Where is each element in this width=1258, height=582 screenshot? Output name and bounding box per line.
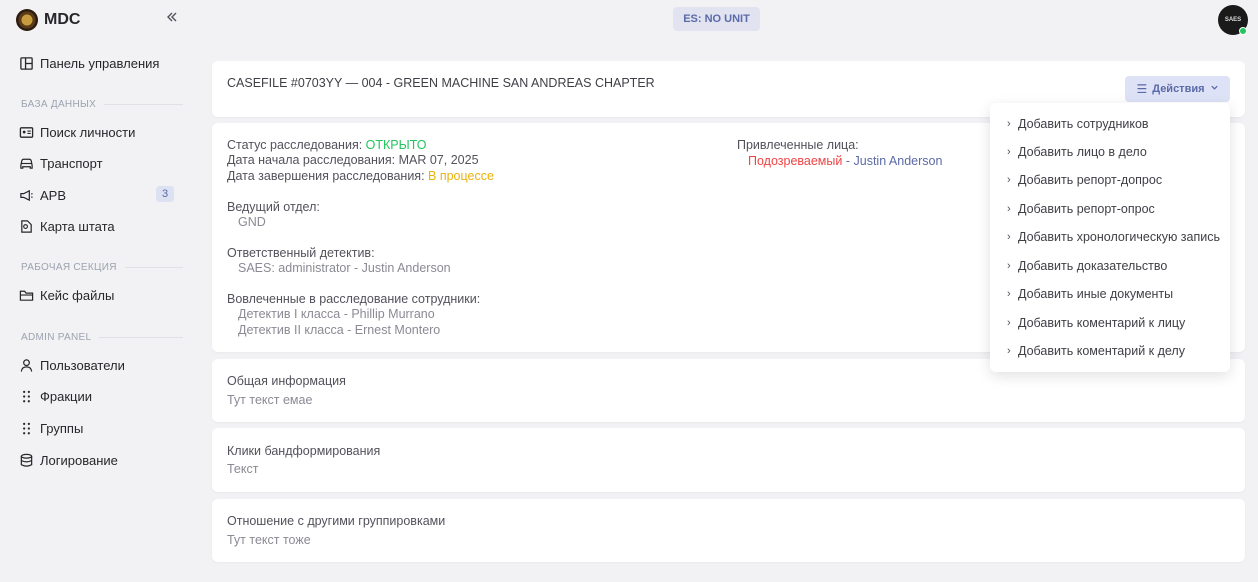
apb-count-badge: 3 [156, 186, 174, 202]
app-logo[interactable]: MDC [16, 8, 186, 32]
sidebar-item-label: Поиск личности [40, 124, 136, 140]
online-status-dot [1239, 27, 1247, 35]
section-text: Тут текст емае [227, 393, 313, 407]
sidebar-item-label: APB [40, 187, 67, 203]
dept-label: Ведущий отдел: [227, 200, 320, 214]
sidebar-item-label: Карта штата [40, 218, 115, 234]
sidebar-item-label: Логирование [40, 452, 118, 468]
app-title: MDC [44, 11, 81, 28]
menu-item-add-person-comment[interactable]: › Добавить коментарий к лицу [1007, 314, 1185, 332]
actions-dropdown-menu: › Добавить сотрудников › Добавить лицо в д… [990, 103, 1230, 372]
chevron-right-icon: › [1007, 317, 1011, 329]
sidebar-item-apb[interactable]: APB 3 [18, 185, 183, 205]
actions-label: Действия [1152, 83, 1205, 95]
status-row: Статус расследования: ОТКРЫТО [227, 138, 427, 152]
start-date-row: Дата начала расследования: MAR 07, 2025 [227, 153, 479, 167]
sidebar-item-state-map[interactable]: Карта штата [18, 216, 183, 236]
section-text: Тут текст тоже [227, 533, 311, 547]
sidebar-item-label: Пользователи [40, 357, 125, 373]
layout-icon [18, 55, 34, 71]
section-title: Клики бандформирования [227, 444, 381, 458]
user-icon [18, 357, 34, 373]
section-label-admin: ADMIN PANEL [21, 331, 183, 343]
chevron-right-icon: › [1007, 260, 1011, 272]
collapse-sidebar-icon[interactable] [164, 10, 180, 26]
sidebar-item-groups[interactable]: Группы [18, 418, 183, 438]
sidebar-item-label: Кейс файлы [40, 287, 115, 303]
badge-icon [16, 9, 38, 31]
start-date-value: MAR 07, 2025 [398, 153, 479, 167]
person-entry[interactable]: Подозреваемый - Justin Anderson [748, 154, 942, 168]
detective-label: Ответственный детектив: [227, 246, 375, 260]
menu-item-add-evidence[interactable]: › Добавить доказательство [1007, 257, 1167, 275]
chevron-right-icon: › [1007, 118, 1011, 130]
actions-button[interactable]: ☰ Действия [1125, 76, 1230, 102]
chevron-right-icon: › [1007, 345, 1011, 357]
chevron-down-icon [1210, 83, 1219, 95]
person-role: Подозреваемый [748, 154, 843, 168]
casefile-title: CASEFILE #0703YY — 004 - GREEN MACHINE S… [227, 76, 655, 90]
dept-value: GND [238, 215, 266, 229]
sidebar-item-label: Транспорт [40, 155, 103, 171]
involved-officer: Детектив I класса - Phillip Murrano [238, 307, 435, 321]
status-value: ОТКРЫТО [365, 138, 427, 152]
chevron-right-icon: › [1007, 288, 1011, 300]
section-label-database: БАЗА ДАННЫХ [21, 98, 183, 110]
id-card-icon [18, 124, 34, 140]
sidebar-item-person-search[interactable]: Поиск личности [18, 122, 183, 142]
chevron-right-icon: › [1007, 231, 1011, 243]
database-icon [18, 452, 34, 468]
folder-icon [18, 287, 34, 303]
section-title: Общая информация [227, 374, 346, 388]
sidebar-item-dashboard[interactable]: Панель управления [18, 53, 183, 73]
menu-item-add-other-documents[interactable]: › Добавить иные документы [1007, 285, 1173, 303]
sidebar-item-label: Группы [40, 420, 84, 436]
detective-value: SAES: administrator - Justin Anderson [238, 261, 451, 275]
involved-label: Вовлеченные в расследование сотрудники: [227, 292, 481, 306]
section-text: Текст [227, 462, 259, 476]
megaphone-icon [18, 187, 34, 203]
grip-icon [18, 388, 34, 404]
sidebar-item-logging[interactable]: Логирование [18, 450, 183, 470]
relations-card: Отношение с другими группировками Тут те… [212, 499, 1245, 562]
sidebar-item-users[interactable]: Пользователи [18, 355, 183, 375]
persons-label: Привлеченные лица: [737, 138, 859, 152]
unit-status-chip[interactable]: ES: NO UNIT [673, 7, 760, 31]
involved-officer: Детектив II класса - Ernest Montero [238, 323, 441, 337]
menu-item-add-survey-report[interactable]: › Добавить репорт-опрос [1007, 200, 1155, 218]
end-date-row: Дата завершения расследования: В процесс… [227, 169, 494, 183]
gang-nicknames-card: Клики бандформирования Текст [212, 428, 1245, 492]
chevron-right-icon: › [1007, 174, 1011, 186]
section-label-work: РАБОЧАЯ СЕКЦИЯ [21, 261, 183, 273]
grip-icon [18, 420, 34, 436]
menu-icon: ☰ [1136, 82, 1148, 96]
sidebar-item-transport[interactable]: Транспорт [18, 153, 183, 173]
menu-item-add-interrogation-report[interactable]: › Добавить репорт-допрос [1007, 171, 1162, 189]
menu-item-add-employees[interactable]: › Добавить сотрудников [1007, 115, 1149, 133]
menu-item-add-case-comment[interactable]: › Добавить коментарий к делу [1007, 342, 1185, 360]
sidebar-item-label: Фракции [40, 388, 92, 404]
car-icon [18, 155, 34, 171]
sidebar-item-label: Панель управления [40, 55, 160, 71]
end-date-value: В процессе [428, 169, 494, 183]
map-icon [18, 218, 34, 234]
sidebar-item-factions[interactable]: Фракции [18, 386, 183, 406]
sidebar-item-case-files[interactable]: Кейс файлы [18, 285, 183, 305]
menu-item-add-chronology[interactable]: › Добавить хронологическую запись [1007, 228, 1220, 246]
sidebar: MDC Панель управления БАЗА ДАННЫХ Поиск … [0, 0, 196, 582]
menu-item-add-person[interactable]: › Добавить лицо в дело [1007, 143, 1147, 161]
section-title: Отношение с другими группировками [227, 514, 446, 528]
chevron-right-icon: › [1007, 203, 1011, 215]
person-name: - Justin Anderson [845, 154, 943, 168]
chevron-right-icon: › [1007, 146, 1011, 158]
